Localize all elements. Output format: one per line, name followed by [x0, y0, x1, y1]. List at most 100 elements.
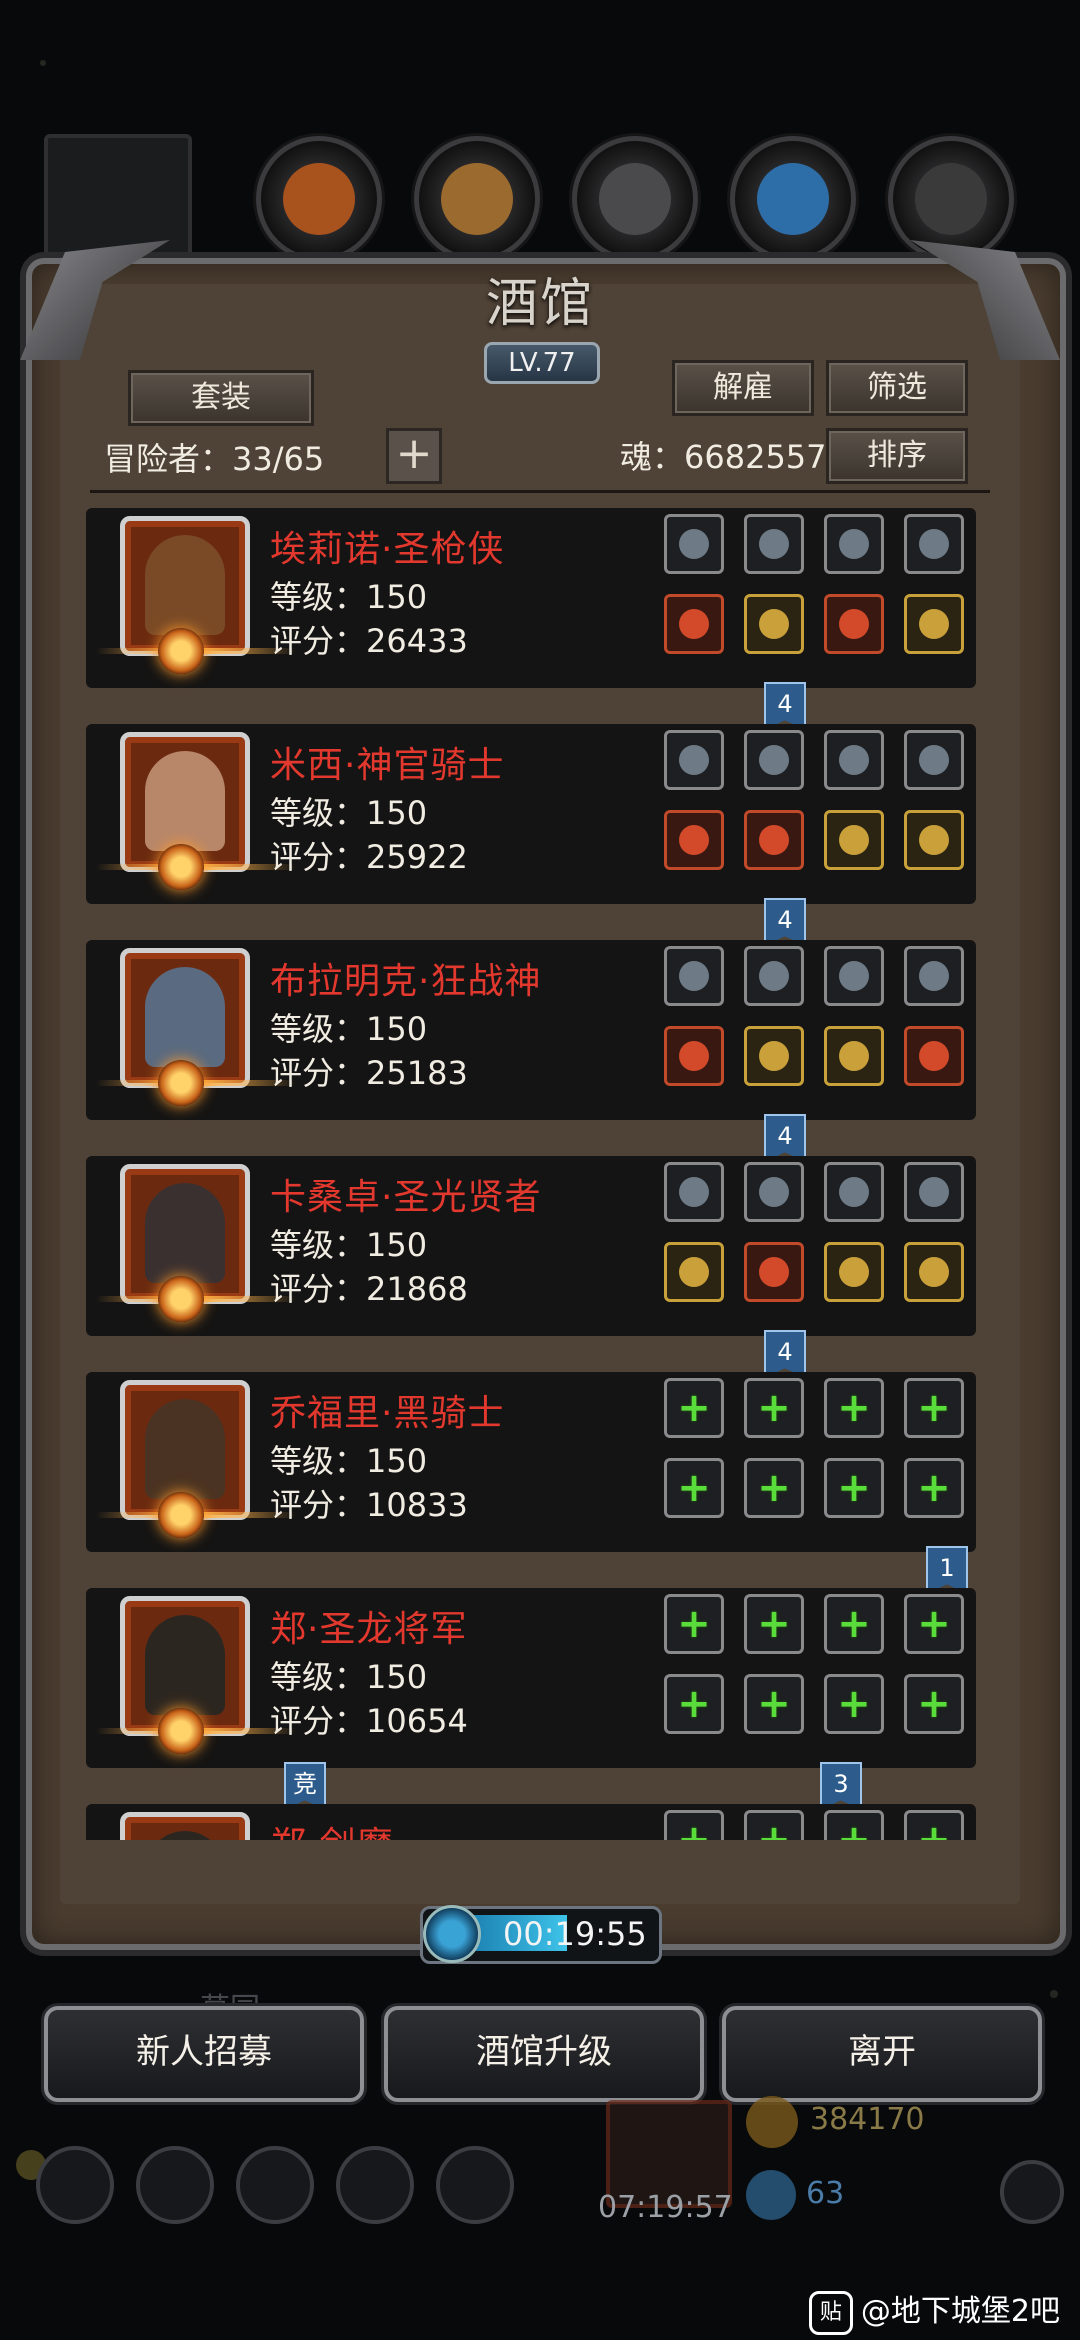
empty-equipment-slot[interactable]: + [824, 1674, 884, 1734]
equipment-slot[interactable] [664, 594, 724, 654]
mail-icon[interactable] [336, 2146, 414, 2224]
hero-avatar [145, 535, 225, 635]
equipment-item-icon [679, 1041, 709, 1071]
filter-button[interactable]: 筛选 [826, 360, 968, 416]
hero-score: 评分：25922 [270, 838, 468, 876]
hero-level: 等级：150 [270, 1226, 428, 1264]
equipment-slot[interactable] [904, 1026, 964, 1086]
resource-slot-wood[interactable] [414, 136, 540, 262]
equipment-slot[interactable] [824, 1242, 884, 1302]
equipment-slot[interactable] [904, 730, 964, 790]
equipment-slot[interactable] [664, 1162, 724, 1222]
hero-level: 等级：150 [270, 1010, 428, 1048]
empty-equipment-slot[interactable]: + [744, 1810, 804, 1840]
equipment-slot[interactable] [824, 514, 884, 574]
equipment-item-icon [919, 1257, 949, 1287]
equipment-slot[interactable] [904, 594, 964, 654]
settings-icon[interactable] [36, 2146, 114, 2224]
equipment-slot[interactable] [824, 946, 884, 1006]
empty-equipment-slot[interactable]: + [664, 1810, 724, 1840]
equipment-slot[interactable] [664, 1242, 724, 1302]
wood-icon [441, 163, 513, 235]
hero-card[interactable]: 埃莉诺·圣枪侠 等级：150 评分：26433 [86, 508, 976, 688]
empty-equipment-slot[interactable]: + [744, 1378, 804, 1438]
empty-equipment-slot[interactable]: + [664, 1458, 724, 1518]
empty-equipment-slot[interactable]: + [744, 1594, 804, 1654]
dismiss-button[interactable]: 解雇 [672, 360, 814, 416]
empty-equipment-slot[interactable]: + [824, 1594, 884, 1654]
hero-avatar [145, 967, 225, 1067]
equipment-slot[interactable] [744, 810, 804, 870]
hero-score: 评分：26433 [270, 622, 468, 660]
add-currency-icon[interactable] [1000, 2160, 1064, 2224]
empty-equipment-slot[interactable]: + [664, 1594, 724, 1654]
equipment-slot[interactable] [744, 1242, 804, 1302]
equipment-slot[interactable] [664, 946, 724, 1006]
set-button[interactable]: 套装 [128, 370, 314, 426]
tavern-level-badge: LV.77 [484, 342, 600, 384]
equipment-slot[interactable] [904, 810, 964, 870]
resource-slot-iron[interactable] [572, 136, 698, 262]
equipment-slot[interactable] [824, 594, 884, 654]
hero-card[interactable]: 乔福里·黑骑士 等级：150 评分：10833 + + + + + + + + [86, 1372, 976, 1552]
hero-card[interactable]: 郑·圣龙将军 等级：150 评分：10654 + + + + + + + + [86, 1588, 976, 1768]
equipment-slot[interactable] [824, 1026, 884, 1086]
sort-button[interactable]: 排序 [826, 428, 968, 484]
resource-slot-orange[interactable] [256, 136, 382, 262]
resource-slot-stone[interactable] [888, 136, 1014, 262]
add-adventurer-slot-button[interactable]: + [386, 428, 442, 484]
resource-slot-crystal[interactable] [730, 136, 856, 262]
empty-equipment-slot[interactable]: + [824, 1458, 884, 1518]
rank-ribbon: 4 [764, 1114, 806, 1162]
equipment-slot[interactable] [904, 1242, 964, 1302]
equipment-slot[interactable] [664, 1026, 724, 1086]
rank-ribbon: 3 [820, 1762, 862, 1810]
hero-card[interactable]: 布拉明克·狂战神 等级：150 评分：25183 [86, 940, 976, 1120]
equipment-slot[interactable] [904, 1162, 964, 1222]
equipment-slot[interactable] [744, 946, 804, 1006]
equipment-slot[interactable] [904, 946, 964, 1006]
equipment-slot[interactable] [664, 810, 724, 870]
equipment-slot[interactable] [824, 730, 884, 790]
empty-equipment-slot[interactable]: + [904, 1458, 964, 1518]
equipment-slot[interactable] [824, 1162, 884, 1222]
watermark-text: @地下城堡2吧 [860, 2294, 1060, 2329]
empty-equipment-slot[interactable]: + [664, 1674, 724, 1734]
empty-equipment-slot[interactable]: + [904, 1378, 964, 1438]
hero-score: 评分：21868 [270, 1270, 468, 1308]
tavern-upgrade-button[interactable]: 酒馆升级 [384, 2006, 704, 2102]
empty-equipment-slot[interactable]: + [824, 1378, 884, 1438]
empty-equipment-slot[interactable]: + [664, 1378, 724, 1438]
equipment-item-icon [759, 745, 789, 775]
hero-list[interactable]: 埃莉诺·圣枪侠 等级：150 评分：26433 4 米西·神官骑士 等级：150 评分：25… [86, 508, 1006, 1840]
empty-equipment-slot[interactable]: + [904, 1810, 964, 1840]
recruit-button[interactable]: 新人招募 [44, 2006, 364, 2102]
shield-icon[interactable] [136, 2146, 214, 2224]
leave-button[interactable]: 离开 [722, 2006, 1042, 2102]
empty-equipment-slot[interactable]: + [744, 1458, 804, 1518]
map-icon[interactable] [436, 2146, 514, 2224]
castle-icon[interactable] [236, 2146, 314, 2224]
page-title: 酒馆 [485, 274, 594, 334]
empty-equipment-slot[interactable]: + [824, 1810, 884, 1840]
hero-portrait[interactable] [120, 1812, 250, 1840]
equipment-slot[interactable] [824, 810, 884, 870]
equipment-slot[interactable] [744, 594, 804, 654]
empty-equipment-slot[interactable]: + [904, 1674, 964, 1734]
equipment-slot[interactable] [904, 514, 964, 574]
hero-card[interactable]: 米西·神官骑士 等级：150 评分：25922 [86, 724, 976, 904]
hero-card[interactable]: 卡桑卓·圣光贤者 等级：150 评分：21868 [86, 1156, 976, 1336]
empty-equipment-slot[interactable]: + [904, 1594, 964, 1654]
equipment-item-icon [679, 825, 709, 855]
equipment-slot[interactable] [664, 730, 724, 790]
equipment-slot[interactable] [744, 1026, 804, 1086]
empty-equipment-slot[interactable]: + [744, 1674, 804, 1734]
equipment-item-icon [679, 745, 709, 775]
equipment-slot[interactable] [744, 730, 804, 790]
equipment-slot[interactable] [744, 1162, 804, 1222]
hero-card[interactable]: 郑·剑魔 + + + + [86, 1804, 976, 1840]
rank-ribbon: 1 [926, 1546, 968, 1594]
equipment-slot[interactable] [744, 514, 804, 574]
star-gear-icon [158, 1708, 204, 1754]
equipment-slot[interactable] [664, 514, 724, 574]
